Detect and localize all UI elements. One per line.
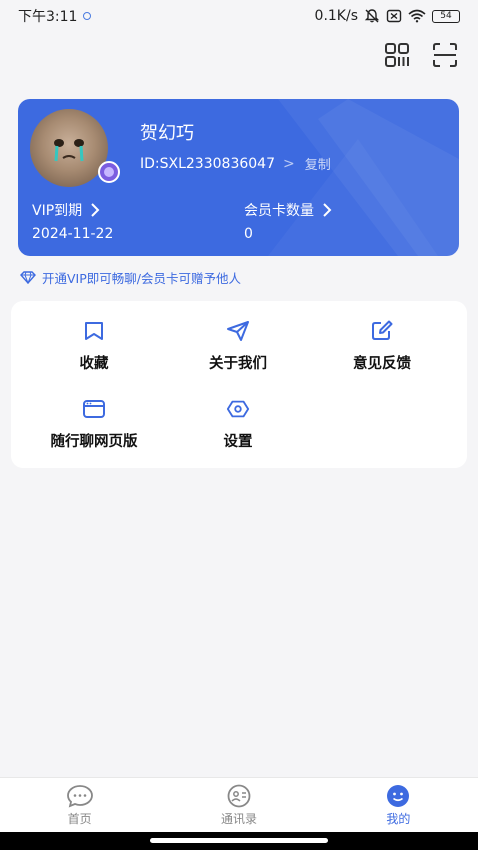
bookmark-icon	[85, 322, 103, 340]
user-id: ID:SXL2330836047	[140, 155, 275, 172]
chevron-right-icon: >	[282, 155, 295, 172]
nav-item-contacts[interactable]: 通讯录	[159, 778, 318, 832]
vip-tip-text: 开通VIP即可畅聊/会员卡可赠予他人	[42, 271, 241, 286]
battery-icon: 54	[432, 9, 460, 23]
browser-window-icon	[83, 400, 105, 418]
sync-icon	[83, 12, 92, 20]
scan-icon	[433, 43, 457, 67]
menu-item-label: 随行聊网页版	[50, 434, 138, 450]
menu-item-label: 意见反馈	[353, 356, 411, 372]
menu-item-settings[interactable]: 设置	[163, 397, 313, 451]
vip-tip[interactable]: 开通VIP即可畅聊/会员卡可赠予他人	[20, 268, 241, 287]
gesture-handle[interactable]	[150, 838, 328, 843]
menu-item-label: 设置	[223, 434, 253, 450]
avatar-face	[54, 139, 84, 162]
top-actions	[384, 42, 458, 68]
profile-icon	[387, 784, 410, 807]
member-cards-link[interactable]: 会员卡数量	[244, 200, 332, 220]
qr-code-button[interactable]	[384, 42, 410, 68]
user-id-row: ID:SXL2330836047 > 复制	[140, 154, 331, 174]
wifi-icon	[408, 9, 426, 23]
username: 贺幻巧	[140, 123, 194, 144]
vip-expiry-link[interactable]: VIP到期	[32, 200, 100, 220]
sim-off-icon	[386, 9, 402, 23]
menu-item-label: 关于我们	[209, 356, 267, 372]
member-cards-count: 0	[244, 226, 253, 242]
member-cards-label: 会员卡数量	[244, 203, 314, 219]
menu-item-about-us[interactable]: 关于我们	[163, 319, 313, 373]
menu-item-feedback[interactable]: 意见反馈	[307, 319, 457, 373]
nav-label: 通讯录	[220, 811, 257, 826]
profile-card[interactable]: 贺幻巧 ID:SXL2330836047 > 复制 VIP到期 2024-11-…	[18, 99, 459, 256]
copy-id-button[interactable]: 复制	[305, 154, 331, 173]
contacts-icon	[227, 784, 251, 807]
nav-item-profile[interactable]: 我的	[319, 778, 478, 832]
menu-item-web-version[interactable]: 随行聊网页版	[19, 397, 169, 451]
settings-icon	[226, 400, 250, 418]
edit-icon	[372, 320, 393, 340]
status-right: 0.1K/s 54	[315, 8, 460, 24]
chevron-right-icon	[91, 203, 100, 217]
mute-bell-icon	[364, 9, 380, 23]
vip-badge-icon	[98, 161, 120, 183]
menu-panel: 收藏 关于我们 意见反馈 随行聊网页版 设置	[11, 301, 467, 468]
chevron-right-icon	[323, 203, 332, 217]
status-time: 下午3:11	[18, 9, 78, 25]
nav-item-home[interactable]: 首页	[0, 778, 159, 832]
send-icon	[227, 321, 249, 341]
chat-bubble-icon	[66, 784, 93, 807]
qr-code-icon	[385, 43, 409, 67]
menu-item-label: 收藏	[79, 356, 109, 372]
battery-level: 54	[440, 10, 452, 21]
status-bar: 下午3:11 0.1K/s 54	[0, 0, 478, 32]
network-speed: 0.1K/s	[314, 8, 358, 24]
nav-label: 首页	[67, 811, 92, 826]
diamond-icon	[20, 271, 36, 284]
status-left: 下午3:11	[18, 6, 92, 26]
vip-expiry-date: 2024-11-22	[32, 226, 114, 242]
menu-item-favorites[interactable]: 收藏	[19, 319, 169, 373]
vip-expiry-label: VIP到期	[32, 203, 83, 219]
avatar[interactable]	[30, 109, 108, 187]
bottom-nav: 首页 通讯录 我的	[0, 777, 478, 832]
scan-button[interactable]	[432, 42, 458, 68]
nav-label: 我的	[386, 811, 411, 826]
